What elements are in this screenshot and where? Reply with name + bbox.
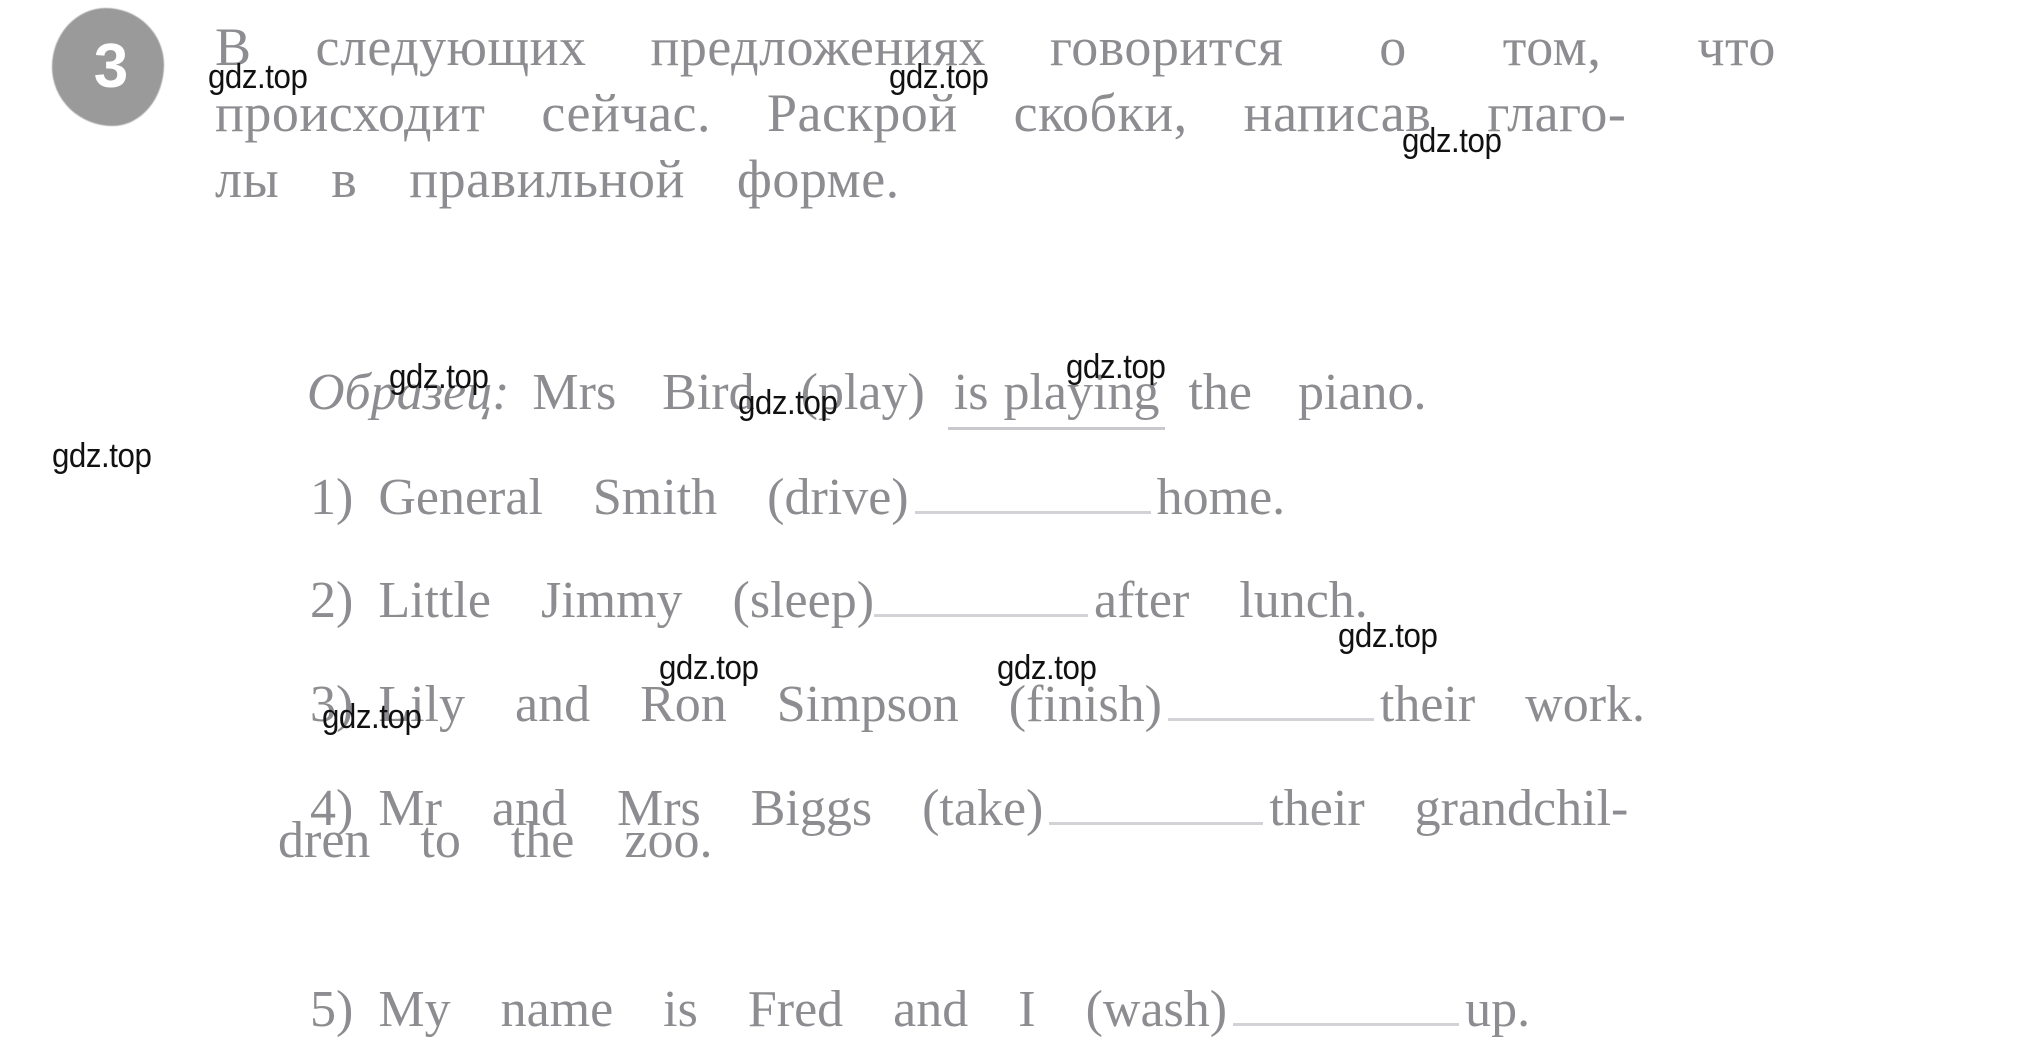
item-marker: 5) [310,981,354,1038]
watermark: gdz.top [389,358,489,396]
watermark: gdz.top [322,698,422,736]
watermark: gdz.top [659,649,759,687]
item-text-after: up. [1465,981,1531,1038]
worksheet-page: 3 В следующих предложениях говорится о т… [0,0,2021,1045]
watermark: gdz.top [208,58,308,96]
watermark: gdz.top [997,649,1097,687]
answer-blank-5[interactable] [1233,983,1460,1026]
instruction-line-2: происходит сейчас. Раскрой скобки, напис… [215,83,1627,143]
item-text-after: their grandchil- [1269,780,1629,837]
watermark: gdz.top [1338,617,1438,655]
answer-blank-3[interactable] [1167,678,1374,721]
instruction-line-3: лы в правильной форме. [215,149,900,209]
watermark: gdz.top [738,384,838,422]
item-text-before: My name is Fred and I (wash) [353,981,1228,1038]
answer-blank-4[interactable] [1049,782,1264,825]
exercise-item-5: 5) My name is Fred and I (wash) up. [210,917,1530,1045]
answer-blank-2[interactable] [874,574,1089,617]
exercise-item-4-continuation: dren to the zoo. [278,812,713,869]
instruction-text: В следующих предложениях говорится о том… [215,14,2015,212]
instruction-line-1: В следующих предложениях говорится о том… [215,17,1776,77]
watermark: gdz.top [1402,122,1502,160]
exercise-number-badge: 3 [52,8,164,126]
exercise-number: 3 [93,32,128,101]
watermark: gdz.top [52,437,152,475]
exercise-item-4: 4) Mr and Mrs Biggs (take) their grandchi… [210,716,1628,902]
watermark: gdz.top [889,58,989,96]
watermark: gdz.top [1066,348,1166,386]
